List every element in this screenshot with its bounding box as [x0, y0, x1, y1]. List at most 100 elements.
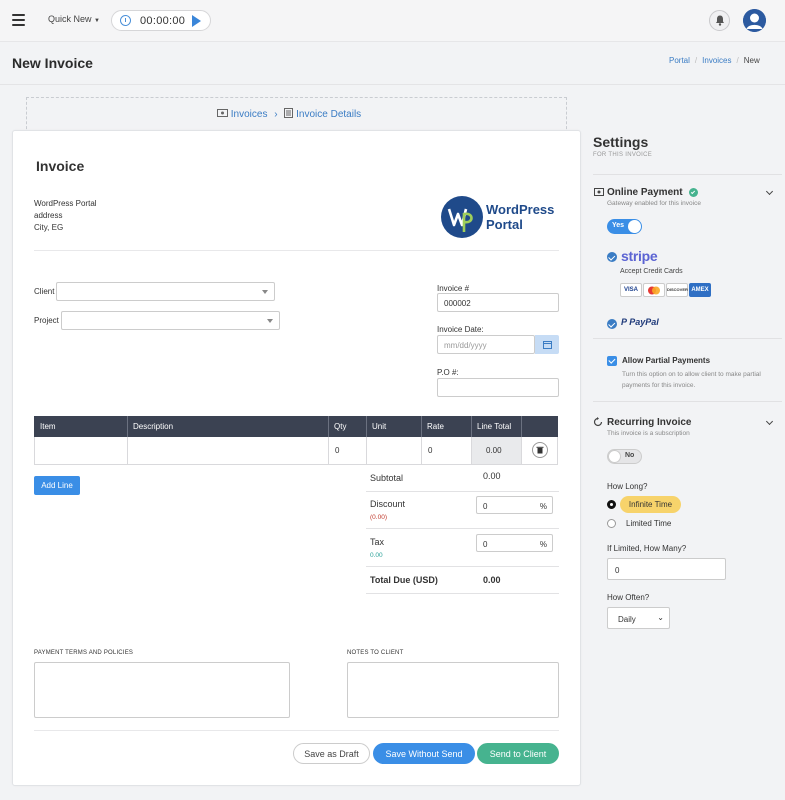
description-cell[interactable] [128, 437, 329, 464]
money-icon [217, 109, 228, 120]
verified-check-icon [689, 188, 698, 197]
subtotal-value: 0.00 [483, 471, 501, 481]
add-line-button[interactable]: Add Line [34, 476, 80, 495]
discover-icon: DISCOVER [666, 283, 688, 297]
notes-to-client-label: NOTES TO CLIENT [347, 650, 404, 656]
stripe-check-icon[interactable] [607, 252, 617, 262]
play-icon[interactable] [192, 15, 201, 27]
client-label: Client [34, 287, 55, 296]
online-payment-subtitle: Gateway enabled for this invoice [607, 200, 701, 207]
discount-input[interactable]: 0 % [476, 496, 553, 514]
calendar-icon [543, 341, 552, 349]
qty-cell[interactable]: 0 [329, 437, 367, 464]
invoice-number-label: Invoice # [437, 284, 470, 293]
total-due-label: Total Due (USD) [370, 575, 438, 585]
calendar-button[interactable] [535, 335, 559, 354]
invoice-title: Invoice [36, 158, 85, 174]
timer-widget: 00:00:00 [111, 10, 211, 31]
notifications-bell-icon[interactable] [709, 10, 730, 31]
total-due-value: 0.00 [483, 575, 501, 585]
tax-input[interactable]: 0 % [476, 534, 553, 552]
rate-cell[interactable]: 0 [422, 437, 472, 464]
trash-icon [536, 446, 544, 454]
timer-display: 00:00:00 [140, 15, 186, 27]
breadcrumb-portal[interactable]: Portal [669, 56, 690, 65]
paypal-check-icon[interactable] [607, 319, 617, 329]
save-without-send-button[interactable]: Save Without Send [373, 743, 475, 764]
subtotal-label: Subtotal [370, 473, 404, 483]
payment-terms-label: PAYMENT TERMS AND POLICIES [34, 650, 134, 656]
how-long-label: How Long? [607, 482, 648, 491]
invoice-number-input[interactable]: 000002 [437, 293, 559, 312]
client-select[interactable] [56, 282, 275, 301]
send-to-client-button[interactable]: Send to Client [477, 743, 559, 764]
step-invoices[interactable]: Invoices [231, 109, 268, 120]
online-payment-title: Online Payment [607, 187, 683, 198]
invoice-steps: Invoices › Invoice Details [26, 97, 567, 134]
how-often-label: How Often? [607, 593, 650, 602]
unit-cell[interactable] [367, 437, 422, 464]
wordpress-portal-logo: WordPress Portal [440, 195, 565, 239]
tax-value: 0.00 [370, 552, 383, 559]
paypal-logo: P PayPal [621, 317, 659, 327]
po-label: P.O #: [437, 368, 459, 377]
invoice-date-label: Invoice Date: [437, 325, 484, 334]
breadcrumb-current: New [743, 56, 760, 65]
delete-line-button[interactable] [532, 442, 548, 458]
online-payment-toggle[interactable]: Yes [607, 219, 642, 234]
recurring-icon [593, 417, 603, 429]
divider [34, 730, 559, 731]
partial-payments-checkbox[interactable] [607, 356, 617, 366]
document-icon [284, 108, 294, 121]
chevron-down-icon[interactable] [765, 187, 774, 196]
quick-new-dropdown[interactable]: Quick New ▼ [48, 14, 100, 24]
breadcrumb-invoices[interactable]: Invoices [702, 56, 731, 65]
chevron-right-icon: › [274, 109, 278, 120]
user-avatar[interactable] [743, 9, 766, 32]
limited-time-radio[interactable] [607, 519, 616, 528]
amex-icon: AMEX [689, 283, 711, 297]
recurring-toggle[interactable]: No [607, 449, 642, 464]
project-select[interactable] [61, 311, 280, 330]
line-items-header: Item Description Qty Unit Rate Line Tota… [34, 416, 558, 437]
discount-label: Discount [370, 499, 406, 509]
mastercard-icon [643, 283, 665, 297]
settings-title: Settings [593, 134, 649, 150]
partial-payments-title: Allow Partial Payments [622, 356, 711, 365]
infinite-time-label: Infinite Time [620, 496, 681, 513]
how-many-input[interactable]: 0 [607, 558, 726, 580]
limited-time-label: Limited Time [626, 519, 672, 528]
invoice-card: Invoice WordPress Portal address City, E… [12, 130, 581, 786]
breadcrumb: Portal / Invoices / New [669, 56, 760, 65]
chevron-down-icon[interactable] [765, 417, 774, 426]
chevron-down-icon: ⌄ [657, 613, 664, 622]
step-invoice-details[interactable]: Invoice Details [296, 109, 361, 120]
item-cell[interactable] [35, 437, 128, 464]
infinite-time-radio[interactable] [607, 500, 616, 509]
project-label: Project [34, 316, 59, 325]
stripe-logo: stripe [621, 248, 658, 264]
visa-icon: VISA [620, 283, 642, 297]
recurring-invoice-subtitle: This invoice is a subscription [607, 430, 690, 437]
frequency-select[interactable]: Daily ⌄ [607, 607, 670, 629]
invoice-date-input[interactable]: mm/dd/yyyy [437, 335, 535, 354]
save-as-draft-button[interactable]: Save as Draft [293, 743, 370, 764]
caret-down-icon: ▼ [94, 18, 100, 24]
po-input[interactable] [437, 378, 559, 397]
partial-payments-description: Turn this option on to allow client to m… [622, 371, 761, 389]
stopwatch-icon [120, 15, 131, 26]
page-title: New Invoice [12, 55, 93, 71]
settings-subtitle: FOR THIS INVOICE [593, 152, 653, 158]
accept-cards-label: Accept Credit Cards [620, 268, 683, 275]
company-address: WordPress Portal address City, EG [34, 199, 97, 232]
money-icon [594, 188, 604, 198]
if-limited-label: If Limited, How Many? [607, 544, 687, 553]
payment-terms-textarea[interactable] [34, 662, 290, 718]
divider [34, 250, 559, 251]
menu-icon[interactable] [12, 14, 25, 26]
header-divider [0, 84, 785, 85]
notes-to-client-textarea[interactable] [347, 662, 559, 718]
line-total-cell: 0.00 [472, 437, 522, 464]
recurring-invoice-title: Recurring Invoice [607, 417, 692, 428]
line-item-row: 0 0 0.00 [34, 437, 558, 465]
